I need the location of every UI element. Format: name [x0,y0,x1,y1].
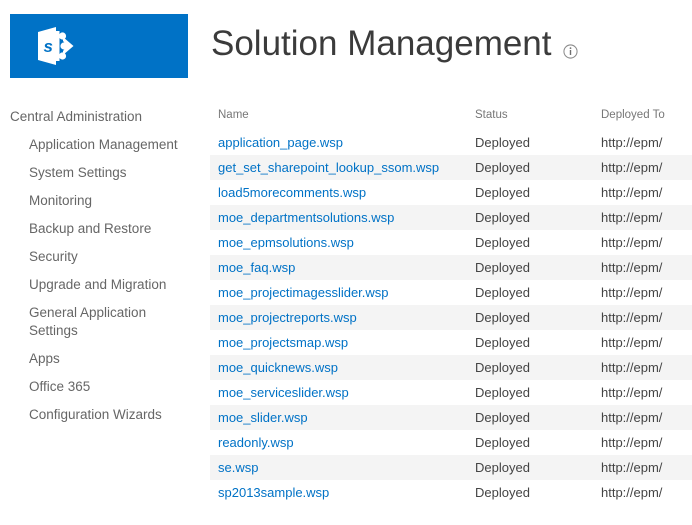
cell-solution-name: sp2013sample.wsp [210,480,467,505]
solution-name-link[interactable]: get_set_sharepoint_lookup_ssom.wsp [218,160,439,175]
cell-solution-name: moe_departmentsolutions.wsp [210,205,467,230]
table-row[interactable]: moe_quicknews.wsp Deployed http://epm/ [210,355,692,380]
cell-solution-name: moe_epmsolutions.wsp [210,230,467,255]
solution-name-link[interactable]: load5morecomments.wsp [218,185,366,200]
sidebar-item-office-365[interactable]: Office 365 [0,378,200,396]
cell-deployed-to: http://epm/ [601,210,663,225]
column-header-name[interactable]: Name [210,106,467,130]
sharepoint-logo-tile[interactable]: s [10,14,188,78]
column-header-deployed-to[interactable]: Deployed To [593,106,692,130]
cell-deployed-to: http://epm/ [601,160,663,175]
solution-name-link[interactable]: application_page.wsp [218,135,343,150]
table-row[interactable]: get_set_sharepoint_lookup_ssom.wsp Deploy… [210,155,692,180]
cell-status: Deployed [475,360,530,375]
solution-name-link[interactable]: se.wsp [218,460,258,475]
table-row[interactable]: moe_departmentsolutions.wsp Deployed http:… [210,205,692,230]
sidebar-item-upgrade-and-migration[interactable]: Upgrade and Migration [0,276,200,294]
cell-status: Deployed [475,310,530,325]
cell-deployed-to: http://epm/ [601,285,663,300]
sidebar-item-security[interactable]: Security [0,248,200,266]
table-header-row: Name Status Deployed To [210,106,692,130]
sidebar-item-configuration-wizards[interactable]: Configuration Wizards [0,406,200,424]
cell-status: Deployed [475,210,530,225]
solution-name-link[interactable]: moe_serviceslider.wsp [218,385,349,400]
cell-deployed-to: http://epm/ [601,185,663,200]
cell-deployed-to: http://epm/ [601,410,663,425]
cell-solution-name: moe_projectreports.wsp [210,305,467,330]
page-title: Solution Management [211,24,552,63]
cell-deployed-to: http://epm/ [601,385,663,400]
sidebar-nav: Central Administration Application Manag… [0,108,200,434]
cell-status: Deployed [475,260,530,275]
cell-status: Deployed [475,460,530,475]
solution-name-link[interactable]: moe_slider.wsp [218,410,308,425]
cell-deployed-to: http://epm/ [601,260,663,275]
sidebar-item-application-management[interactable]: Application Management [0,136,200,154]
cell-status: Deployed [475,135,530,150]
cell-status: Deployed [475,185,530,200]
cell-deployed-to: http://epm/ [601,335,663,350]
solution-name-link[interactable]: moe_epmsolutions.wsp [218,235,354,250]
table-row[interactable]: application_page.wsp Deployed http://epm/ [210,130,692,155]
cell-deployed-to: http://epm/ [601,310,663,325]
cell-solution-name: get_set_sharepoint_lookup_ssom.wsp [210,155,467,180]
table-row[interactable]: moe_serviceslider.wsp Deployed http://epm/ [210,380,692,405]
solution-name-link[interactable]: moe_projectreports.wsp [218,310,357,325]
solution-name-link[interactable]: moe_projectsmap.wsp [218,335,348,350]
cell-status: Deployed [475,285,530,300]
table-row[interactable]: load5morecomments.wsp Deployed http://epm/ [210,180,692,205]
cell-status: Deployed [475,160,530,175]
sidebar-item-apps[interactable]: Apps [0,350,200,368]
svg-text:s: s [44,37,53,56]
column-header-status[interactable]: Status [467,106,593,130]
page-header: Solution Management [211,22,578,66]
table-row[interactable]: moe_epmsolutions.wsp Deployed http://epm/ [210,230,692,255]
cell-status: Deployed [475,435,530,450]
cell-status: Deployed [475,335,530,350]
cell-deployed-to: http://epm/ [601,135,663,150]
cell-solution-name: moe_quicknews.wsp [210,355,467,380]
table-row[interactable]: sp2013sample.wsp Deployed http://epm/ [210,480,692,505]
solutions-table: Name Status Deployed To application_page… [210,106,692,505]
table-row[interactable]: readonly.wsp Deployed http://epm/ [210,430,692,455]
cell-solution-name: application_page.wsp [210,130,467,155]
table-row[interactable]: se.wsp Deployed http://epm/ [210,455,692,480]
cell-status: Deployed [475,410,530,425]
cell-status: Deployed [475,235,530,250]
sidebar-item-monitoring[interactable]: Monitoring [0,192,200,210]
solution-name-link[interactable]: sp2013sample.wsp [218,485,329,500]
solution-name-link[interactable]: moe_quicknews.wsp [218,360,338,375]
cell-deployed-to: http://epm/ [601,485,663,500]
info-icon[interactable] [562,43,578,59]
solution-name-link[interactable]: moe_departmentsolutions.wsp [218,210,394,225]
cell-solution-name: moe_projectsmap.wsp [210,330,467,355]
sidebar-title: Central Administration [10,109,143,124]
cell-status: Deployed [475,385,530,400]
cell-deployed-to: http://epm/ [601,435,663,450]
cell-solution-name: moe_faq.wsp [210,255,467,280]
cell-solution-name: moe_slider.wsp [210,405,467,430]
cell-status: Deployed [475,485,530,500]
table-row[interactable]: moe_projectreports.wsp Deployed http://epm… [210,305,692,330]
cell-deployed-to: http://epm/ [601,235,663,250]
cell-solution-name: se.wsp [210,455,467,480]
cell-deployed-to: http://epm/ [601,360,663,375]
sharepoint-logo-icon: s [38,27,74,65]
cell-solution-name: moe_projectimagesslider.wsp [210,280,467,305]
table-row[interactable]: moe_projectimagesslider.wsp Deployed http:… [210,280,692,305]
solution-name-link[interactable]: readonly.wsp [218,435,294,450]
table-row[interactable]: moe_slider.wsp Deployed http://epm/ [210,405,692,430]
table-row[interactable]: moe_projectsmap.wsp Deployed http://epm/ [210,330,692,355]
solution-name-link[interactable]: moe_projectimagesslider.wsp [218,285,389,300]
sidebar-item-system-settings[interactable]: System Settings [0,164,200,182]
table-row[interactable]: moe_faq.wsp Deployed http://epm/ [210,255,692,280]
sidebar-item-backup-and-restore[interactable]: Backup and Restore [0,220,200,238]
cell-solution-name: moe_serviceslider.wsp [210,380,467,405]
cell-solution-name: load5morecomments.wsp [210,180,467,205]
cell-solution-name: readonly.wsp [210,430,467,455]
solution-name-link[interactable]: moe_faq.wsp [218,260,295,275]
sidebar-item-general-application-settings[interactable]: General Application Settings [0,304,200,340]
cell-deployed-to: http://epm/ [601,460,663,475]
